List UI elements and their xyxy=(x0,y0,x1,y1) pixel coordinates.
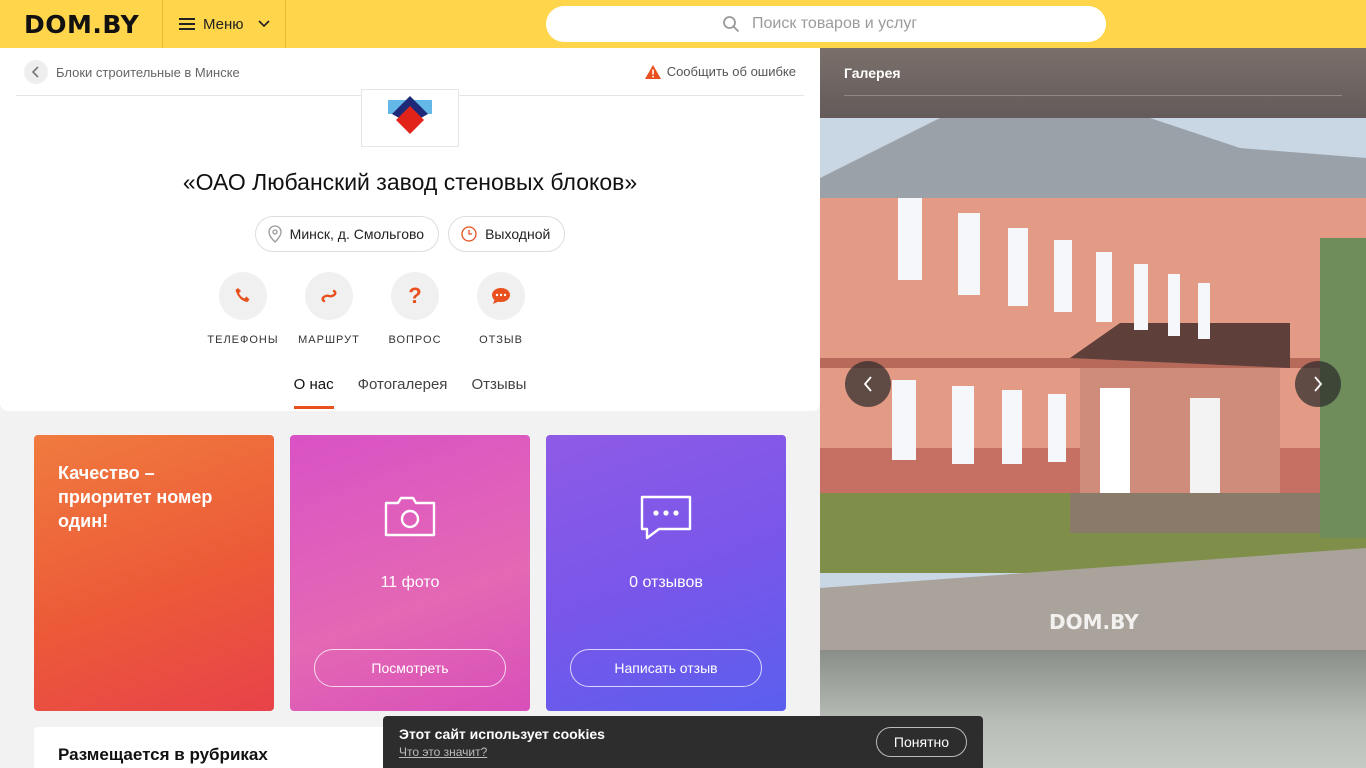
route-icon xyxy=(305,272,353,320)
reviews-count: 0 отзывов xyxy=(629,574,703,591)
location-text: Минск, д. Смольгово xyxy=(289,226,425,242)
hours-text: Выходной xyxy=(485,226,551,242)
back-arrow-icon[interactable] xyxy=(24,60,48,84)
question-action[interactable]: ? ВОПРОС xyxy=(385,272,445,346)
company-card: Блоки строительные в Минске Сообщить об … xyxy=(0,48,820,411)
warning-icon xyxy=(644,64,661,79)
tab-photo-gallery[interactable]: Фотогалерея xyxy=(358,376,448,409)
gallery-panel: Галерея DOM.BY xyxy=(820,48,1366,768)
tab-about[interactable]: О нас xyxy=(293,376,334,409)
hours-chip[interactable]: Выходной xyxy=(448,216,566,252)
photos-count: 11 фото xyxy=(380,574,440,591)
cookie-banner: Этот сайт использует cookies Что это зна… xyxy=(383,716,983,768)
chat-icon xyxy=(477,272,525,320)
question-icon: ? xyxy=(391,272,439,320)
question-label: ВОПРОС xyxy=(388,334,442,346)
review-label: ОТЗЫВ xyxy=(479,334,523,346)
breadcrumb[interactable]: Блоки строительные в Минске xyxy=(24,60,240,84)
write-review-button[interactable]: Написать отзыв xyxy=(570,649,762,687)
company-title: «ОАО Любанский завод стеновых блоков» xyxy=(182,169,638,195)
company-logo xyxy=(361,89,459,147)
phones-label: ТЕЛЕФОНЫ xyxy=(207,334,279,346)
location-chip[interactable]: Минск, д. Смольгово xyxy=(254,216,440,252)
menu-button[interactable]: Меню xyxy=(162,0,286,48)
gallery-title: Галерея xyxy=(844,65,901,81)
search-bar xyxy=(546,6,1106,42)
rubrics-section: Размещается в рубриках xyxy=(34,727,394,768)
search-input[interactable] xyxy=(752,15,1052,33)
phones-action[interactable]: ТЕЛЕФОНЫ xyxy=(207,272,278,346)
chevron-right-icon xyxy=(1314,376,1323,392)
breadcrumb-link[interactable]: Блоки строительные в Минске xyxy=(56,65,240,80)
tabs: О нас Фотогалерея Отзывы xyxy=(0,376,820,409)
cookie-accept-button[interactable]: Понятно xyxy=(875,727,967,757)
hamburger-icon xyxy=(179,18,195,30)
photo-watermark: DOM.BY xyxy=(1049,610,1139,634)
rubrics-title: Размещается в рубриках xyxy=(58,745,268,764)
route-label: МАРШРУТ xyxy=(298,334,360,346)
route-action[interactable]: МАРШРУТ xyxy=(298,272,360,346)
quality-text: Качество – приоритет номер один! xyxy=(58,463,213,531)
phone-icon xyxy=(219,272,267,320)
top-bar: DOM.BY Меню xyxy=(0,0,1366,48)
camera-icon xyxy=(384,496,436,537)
gallery-photo[interactable]: DOM.BY xyxy=(820,118,1366,650)
search-icon xyxy=(723,16,740,33)
photos-tile: 11 фото Посмотреть xyxy=(290,435,530,711)
gallery-prev-button[interactable] xyxy=(845,361,891,407)
map-pin-icon xyxy=(268,225,282,243)
report-error-link[interactable]: Сообщить об ошибке xyxy=(644,64,796,79)
menu-label: Меню xyxy=(203,15,244,33)
reviews-tile: 0 отзывов Написать отзыв xyxy=(546,435,786,711)
gallery-divider xyxy=(844,95,1342,96)
site-logo[interactable]: DOM.BY xyxy=(0,0,162,48)
review-action[interactable]: ОТЗЫВ xyxy=(471,272,531,346)
tab-reviews[interactable]: Отзывы xyxy=(471,376,526,409)
gallery-next-button[interactable] xyxy=(1295,361,1341,407)
chevron-left-icon xyxy=(863,376,872,392)
comment-icon xyxy=(640,495,692,540)
quality-tile: Качество – приоритет номер один! xyxy=(34,435,274,711)
chevron-down-icon xyxy=(257,20,270,28)
view-photos-button[interactable]: Посмотреть xyxy=(314,649,506,687)
clock-icon xyxy=(461,226,477,242)
report-error-label: Сообщить об ошибке xyxy=(666,64,796,79)
